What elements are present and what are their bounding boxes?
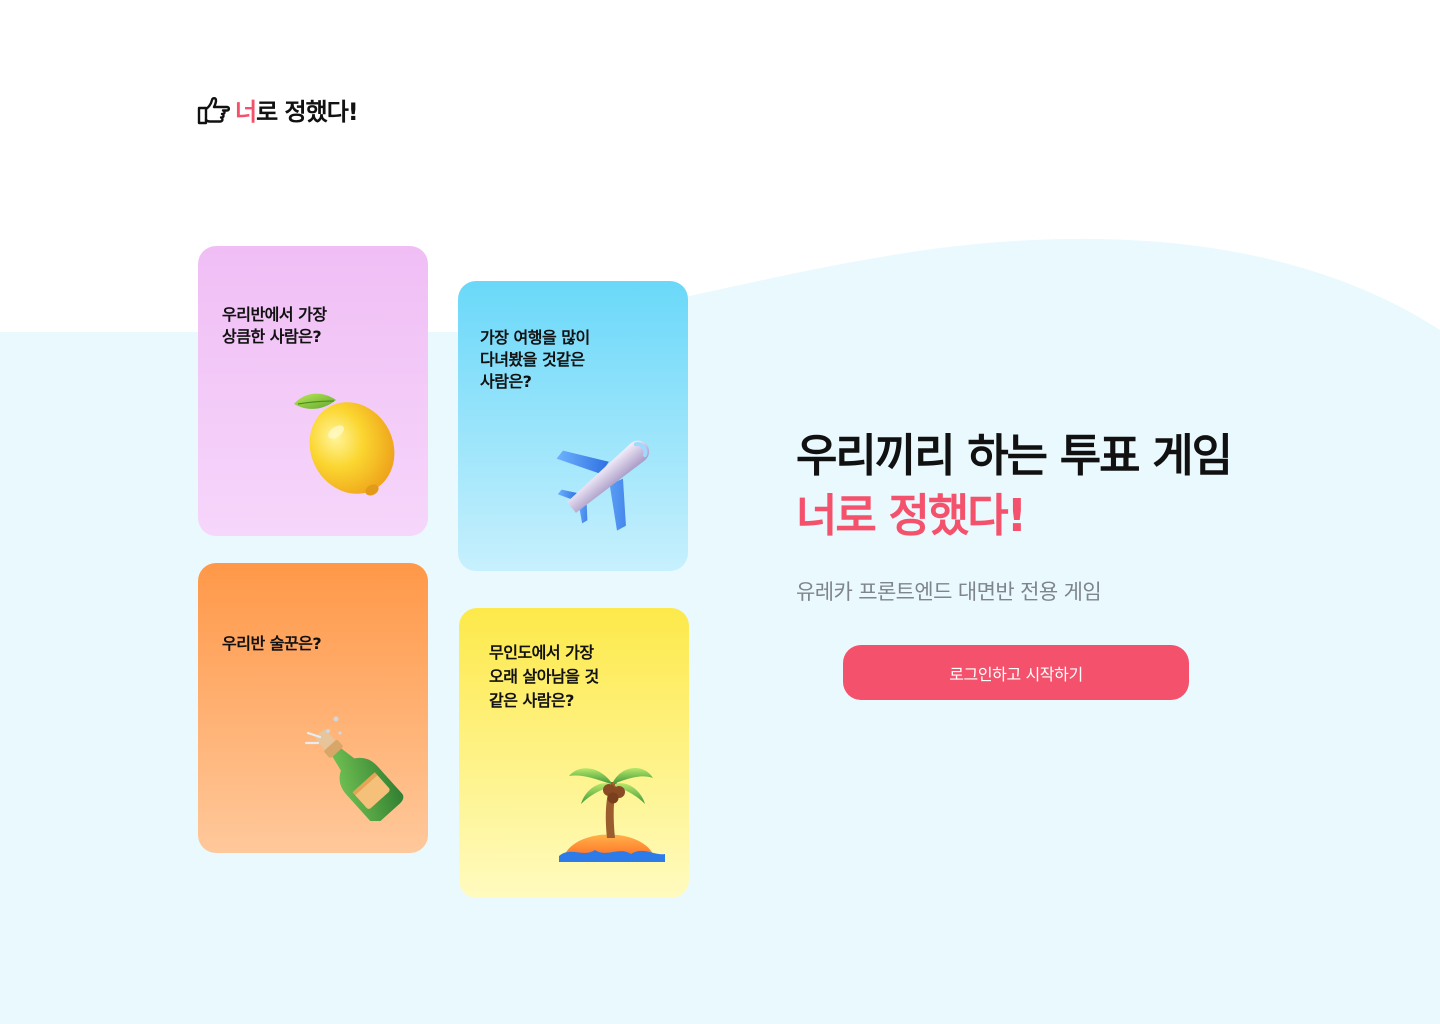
logo[interactable]: 너로 정했다!	[197, 92, 359, 127]
logo-text-accent: 너	[235, 98, 257, 126]
card-question: 우리반에서 가장 상큼한 사람은?	[222, 305, 327, 346]
pointing-hand-icon	[197, 96, 231, 124]
palm-island-icon	[559, 767, 665, 862]
hero-section: 우리끼리 하는 투표 게임 너로 정했다! 유레카 프론트엔드 대면반 전용 게…	[796, 426, 1233, 606]
champagne-bottle-icon	[304, 716, 404, 821]
vote-card-champagne[interactable]: 우리반 술꾼은?	[198, 563, 428, 853]
card-question: 우리반 술꾼은?	[222, 634, 322, 653]
vote-card-airplane[interactable]: 가장 여행을 많이 다녀봤을 것같은 사람은?	[458, 281, 688, 571]
hero-title-accent: 너로 정했다!	[796, 489, 1027, 542]
airplane-icon	[556, 440, 650, 531]
landing-page: 너로 정했다! 우리반에서 가장 상큼한 사람은? 가장 여행을 많이 다녀봤을…	[0, 0, 1440, 1024]
logo-text: 너로 정했다!	[235, 92, 359, 127]
hero-title: 우리끼리 하는 투표 게임	[796, 429, 1233, 482]
card-question: 무인도에서 가장 오래 살아남을 것 같은 사람은?	[489, 643, 599, 710]
login-start-button[interactable]: 로그인하고 시작하기	[843, 645, 1189, 700]
vote-card-palm-island[interactable]: 무인도에서 가장 오래 살아남을 것 같은 사람은?	[459, 608, 689, 898]
logo-text-rest: 로 정했다!	[256, 98, 359, 126]
card-question: 가장 여행을 많이 다녀봤을 것같은 사람은?	[480, 328, 590, 391]
hero-subtitle: 유레카 프론트엔드 대면반 전용 게임	[796, 580, 1102, 604]
vote-card-lemon[interactable]: 우리반에서 가장 상큼한 사람은?	[198, 246, 428, 536]
lemon-icon	[294, 393, 395, 496]
